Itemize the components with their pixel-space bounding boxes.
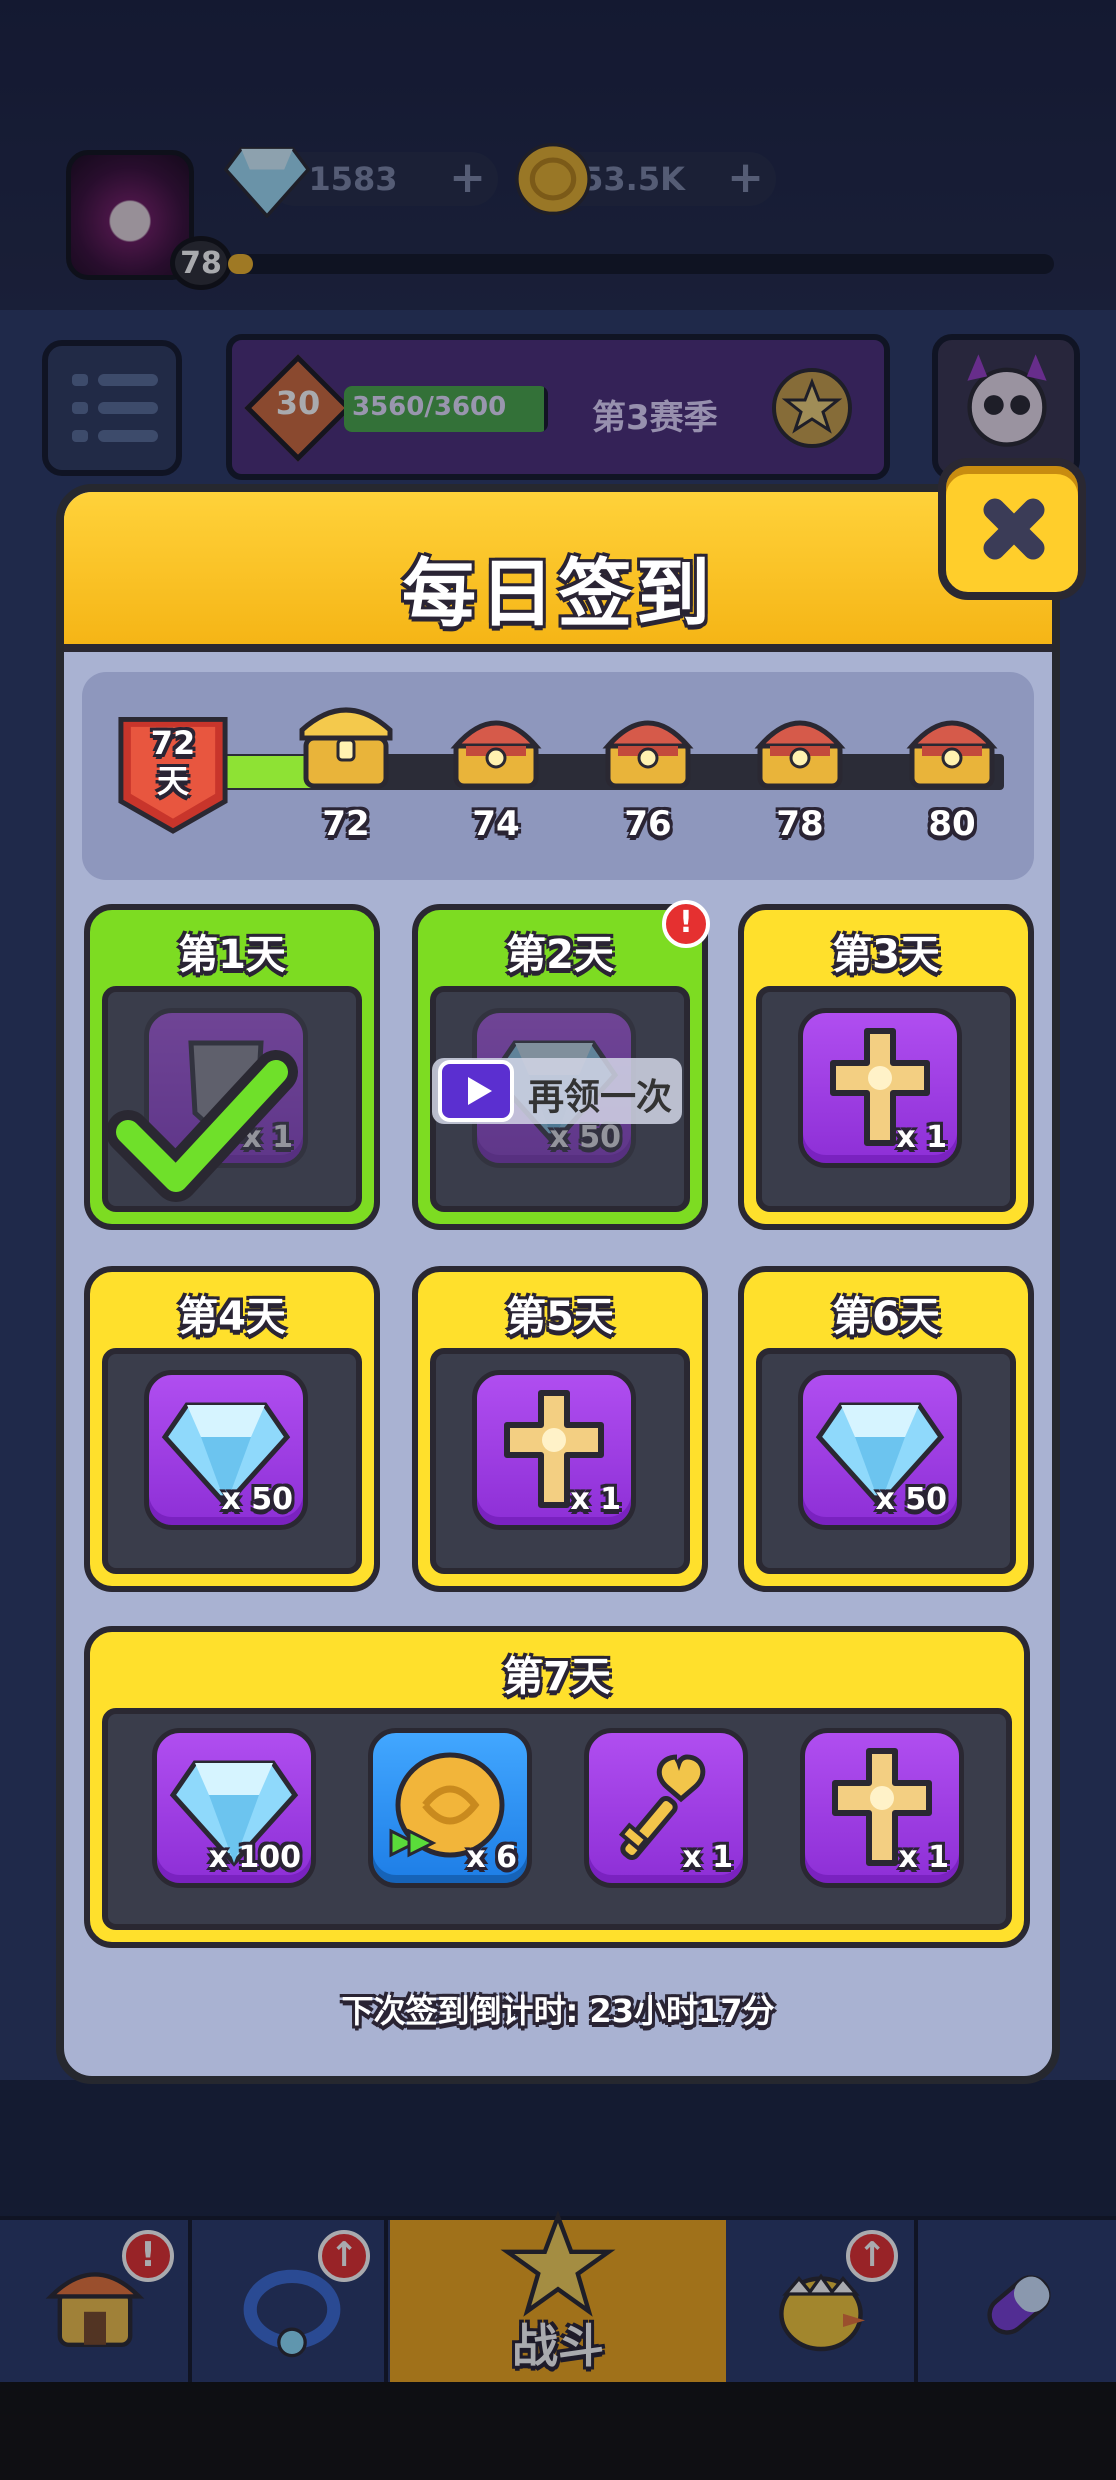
day-card-3[interactable]: 第3天 x 1 (738, 904, 1034, 1230)
day-title: 第6天 (832, 1294, 940, 1340)
day-card-6[interactable]: 第6天 x 50 (738, 1266, 1034, 1592)
reward-item: x 1 (798, 1008, 962, 1168)
day-title: 第1天 (178, 932, 286, 978)
reward-item: x 50 (798, 1370, 962, 1530)
reward-quantity: x 50 (875, 1482, 947, 1517)
streak-days: 72 天 (150, 724, 196, 800)
day-card-5[interactable]: 第5天 x 1 (412, 1266, 708, 1592)
milestone-label: 78 (776, 804, 824, 844)
chest-icon[interactable] (296, 696, 396, 792)
day-title: 第7天 (503, 1654, 611, 1700)
reward-item: x 1 (472, 1370, 636, 1530)
reward-quantity: x 1 (898, 1840, 949, 1875)
day-title: 第5天 (506, 1294, 614, 1340)
day-title: 第2天 (506, 932, 614, 978)
reward-quantity: x 1 (896, 1120, 947, 1155)
chest-icon[interactable] (446, 696, 546, 792)
day-title: 第4天 (178, 1294, 286, 1340)
day-card-4[interactable]: 第4天 x 50 (84, 1266, 380, 1592)
chest-icon[interactable] (598, 696, 698, 792)
close-button[interactable] (938, 458, 1086, 600)
claimed-check-icon (106, 1050, 298, 1202)
chest-icon[interactable] (750, 696, 850, 792)
milestone-label: 74 (472, 804, 520, 844)
milestone-label: 80 (928, 804, 976, 844)
reward-item: x 50 (144, 1370, 308, 1530)
reward-quantity: x 50 (221, 1482, 293, 1517)
next-signin-countdown: 下次签到倒计时: 23小时17分 (341, 1992, 775, 2030)
modal-title: 每日签到 (402, 551, 714, 637)
day-card-7[interactable]: 第7天 x 100 x 6 x 1 x 1 (84, 1626, 1030, 1948)
reward-quantity: x 1 (682, 1840, 733, 1875)
reward-item: x 1 (584, 1728, 748, 1888)
day2-alert-icon: ! (662, 900, 710, 948)
reward-quantity: x 50 (549, 1120, 621, 1155)
video-play-icon (438, 1060, 514, 1122)
reward-quantity: x 100 (208, 1840, 301, 1875)
reward-item: x 1 (800, 1728, 964, 1888)
modal-header: 每日签到 (64, 492, 1052, 652)
milestone-label: 76 (624, 804, 672, 844)
reward-quantity: x 6 (466, 1840, 517, 1875)
watch-ad-claim-again-button[interactable]: 再领一次 (432, 1058, 682, 1124)
reward-quantity: x 1 (570, 1482, 621, 1517)
reward-item: x 6 (368, 1728, 532, 1888)
milestone-label: 72 (322, 804, 370, 844)
reward-item: x 100 (152, 1728, 316, 1888)
chest-icon[interactable] (902, 696, 1002, 792)
day-title: 第3天 (832, 932, 940, 978)
claim-again-label: 再领一次 (528, 1077, 673, 1118)
